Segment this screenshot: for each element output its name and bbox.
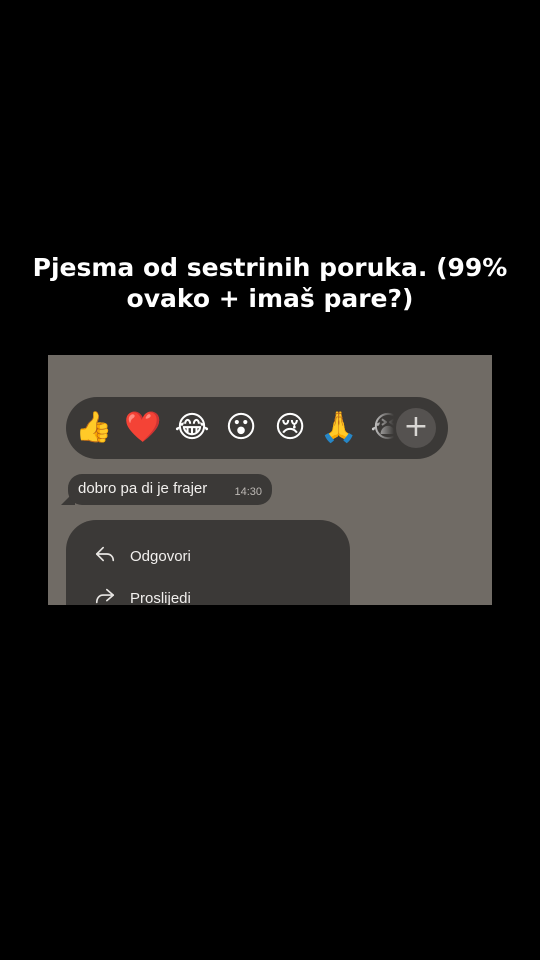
more-reactions-button[interactable]: + bbox=[396, 408, 436, 448]
red-heart-icon[interactable]: ❤️ bbox=[123, 408, 163, 448]
thumbs-up-icon[interactable]: 👍 bbox=[74, 408, 114, 448]
menu-item-reply[interactable]: Odgovori bbox=[94, 544, 191, 568]
video-caption: Pjesma od sestrinih poruka. (99% ovako +… bbox=[20, 252, 520, 314]
reply-icon bbox=[94, 543, 116, 570]
reaction-bar: 👍 ❤️ 😂 😮 😢 🙏 😭 + bbox=[66, 397, 448, 459]
crying-face-icon[interactable]: 😢 bbox=[270, 408, 310, 448]
message-timestamp: 14:30 bbox=[234, 486, 262, 498]
surprised-face-icon[interactable]: 😮 bbox=[221, 408, 261, 448]
menu-item-forward[interactable]: Proslijedi bbox=[94, 586, 191, 605]
forward-icon bbox=[94, 585, 116, 606]
folded-hands-icon[interactable]: 🙏 bbox=[319, 408, 359, 448]
message-text: dobro pa di je frajer bbox=[78, 480, 208, 497]
context-menu: Odgovori Proslijedi bbox=[66, 520, 350, 605]
tears-of-joy-icon[interactable]: 😂 bbox=[172, 408, 212, 448]
message-bubble[interactable]: dobro pa di je frajer 14:30 bbox=[68, 474, 272, 505]
chat-screenshot: 👍 ❤️ 😂 😮 😢 🙏 😭 + dobro pa di je frajer 1… bbox=[48, 355, 492, 605]
menu-item-forward-label: Proslijedi bbox=[130, 589, 191, 606]
caption-line-1: Pjesma od sestrinih poruka. (99% bbox=[32, 253, 508, 282]
menu-item-reply-label: Odgovori bbox=[130, 547, 191, 565]
caption-line-2: ovako + imaš pare?) bbox=[126, 284, 414, 313]
